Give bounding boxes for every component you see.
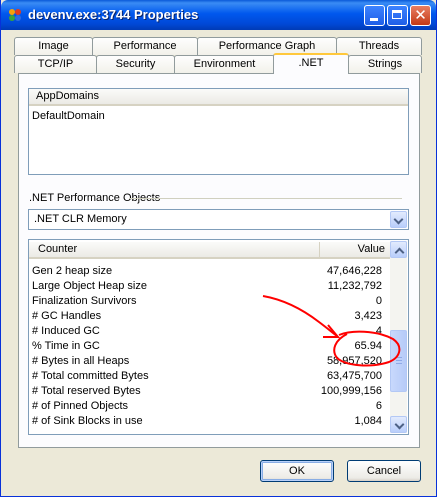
table-row[interactable]: # GC Handles 3,423 bbox=[32, 309, 382, 324]
minimize-button[interactable] bbox=[364, 5, 385, 26]
perf-object-selected: .NET CLR Memory bbox=[34, 213, 127, 225]
counter-value: 4 bbox=[375, 325, 382, 337]
properties-window: devenv.exe:3744 Properties ✕ Image Perfo… bbox=[0, 0, 437, 497]
counter-value: 11,232,792 bbox=[327, 280, 382, 292]
tab-label: Environment bbox=[193, 58, 256, 70]
counters-list[interactable]: Counter Value Gen 2 heap size 47,646,228 L… bbox=[28, 239, 409, 435]
ok-label: OK bbox=[289, 465, 305, 477]
counter-name: Gen 2 heap size bbox=[32, 265, 113, 277]
group-divider bbox=[129, 198, 402, 199]
chevron-down-icon bbox=[394, 419, 405, 430]
value-column-header[interactable]: Value bbox=[320, 242, 391, 259]
tab-label: .NET bbox=[298, 57, 324, 69]
tab-threads[interactable]: Threads bbox=[336, 37, 422, 55]
maximize-button[interactable] bbox=[387, 5, 408, 26]
chevron-up-icon bbox=[394, 247, 405, 258]
counter-name: # Bytes in all Heaps bbox=[32, 355, 130, 367]
table-row[interactable]: Gen 2 heap size 47,646,228 bbox=[32, 264, 382, 279]
tab-label: Performance bbox=[113, 40, 177, 52]
table-row[interactable]: # Total committed Bytes 63,475,700 bbox=[32, 369, 382, 384]
table-row[interactable]: % Time in GC 65.94 bbox=[32, 339, 382, 354]
minimize-icon bbox=[370, 18, 378, 21]
counter-column-header[interactable]: Counter bbox=[29, 242, 320, 259]
counter-value: 65.94 bbox=[354, 340, 382, 352]
scroll-down-button[interactable] bbox=[390, 416, 407, 433]
counter-value: 58,957,520 bbox=[326, 355, 382, 367]
tab-security[interactable]: Security bbox=[96, 55, 175, 73]
counter-name: % Time in GC bbox=[32, 340, 100, 352]
table-row[interactable]: # Bytes in all Heaps 58,957,520 bbox=[32, 354, 382, 369]
counter-name: # Total committed Bytes bbox=[32, 370, 149, 382]
tab-label: Threads bbox=[358, 40, 400, 52]
counter-name: # of Pinned Objects bbox=[32, 400, 129, 412]
close-icon: ✕ bbox=[414, 7, 427, 24]
counter-value: 100,999,156 bbox=[320, 385, 382, 397]
counter-name: Finalization Survivors bbox=[32, 295, 137, 307]
counter-name: # of Sink Blocks in use bbox=[32, 415, 143, 427]
app-icon bbox=[9, 9, 21, 21]
close-button[interactable]: ✕ bbox=[410, 5, 431, 26]
table-row[interactable]: Finalization Survivors 0 bbox=[32, 294, 382, 309]
vertical-scrollbar[interactable] bbox=[390, 241, 407, 433]
tab-label: Performance Graph bbox=[218, 40, 316, 52]
list-item[interactable]: DefaultDomain bbox=[32, 110, 105, 122]
table-row[interactable]: # of Sink Blocks in use 1,084 bbox=[32, 414, 382, 429]
counter-value: 0 bbox=[375, 295, 382, 307]
scroll-up-button[interactable] bbox=[390, 241, 407, 258]
perf-object-select[interactable]: .NET CLR Memory bbox=[28, 209, 409, 230]
table-row[interactable]: # Induced GC 4 bbox=[32, 324, 382, 339]
appdomains-list[interactable]: AppDomains DefaultDomain bbox=[28, 88, 409, 175]
counter-value: 47,646,228 bbox=[326, 265, 382, 277]
tab-image[interactable]: Image bbox=[14, 37, 93, 55]
tab-tcpip[interactable]: TCP/IP bbox=[14, 55, 97, 73]
grip-line bbox=[396, 363, 402, 364]
scroll-thumb[interactable] bbox=[390, 330, 407, 392]
ok-button[interactable]: OK bbox=[260, 460, 334, 482]
tab-label: TCP/IP bbox=[37, 58, 74, 70]
dropdown-button[interactable] bbox=[390, 211, 407, 228]
tab-label: Security bbox=[115, 58, 156, 70]
counter-name: # Induced GC bbox=[32, 325, 100, 337]
table-row[interactable]: # Total reserved Bytes 100,999,156 bbox=[32, 384, 382, 399]
tab-label: Image bbox=[38, 40, 69, 52]
grip-line bbox=[396, 360, 402, 361]
chevron-down-icon bbox=[393, 214, 404, 225]
counter-name: Large Object Heap size bbox=[32, 280, 147, 292]
title-bar[interactable]: devenv.exe:3744 Properties ✕ bbox=[1, 0, 436, 30]
tab-dotnet[interactable]: .NET bbox=[273, 53, 349, 74]
tab-performance[interactable]: Performance bbox=[92, 37, 198, 55]
window-title: devenv.exe:3744 Properties bbox=[28, 7, 199, 22]
tab-label: Strings bbox=[367, 58, 403, 70]
cancel-label: Cancel bbox=[366, 465, 402, 477]
appdomains-header[interactable]: AppDomains bbox=[29, 89, 408, 106]
grip-line bbox=[396, 357, 402, 358]
counter-name: # GC Handles bbox=[32, 310, 102, 322]
counter-value: 63,475,700 bbox=[326, 370, 382, 382]
cancel-button[interactable]: Cancel bbox=[347, 460, 421, 482]
counter-value: 3,423 bbox=[354, 310, 382, 322]
table-row[interactable]: # of Pinned Objects 6 bbox=[32, 399, 382, 414]
counter-value: 6 bbox=[375, 400, 382, 412]
tab-strings[interactable]: Strings bbox=[348, 55, 422, 73]
maximize-icon bbox=[392, 10, 402, 19]
tab-environment[interactable]: Environment bbox=[174, 55, 275, 73]
counter-name: # Total reserved Bytes bbox=[32, 385, 141, 397]
table-row[interactable]: Large Object Heap size 11,232,792 bbox=[32, 279, 382, 294]
counter-value: 1,084 bbox=[354, 415, 382, 427]
